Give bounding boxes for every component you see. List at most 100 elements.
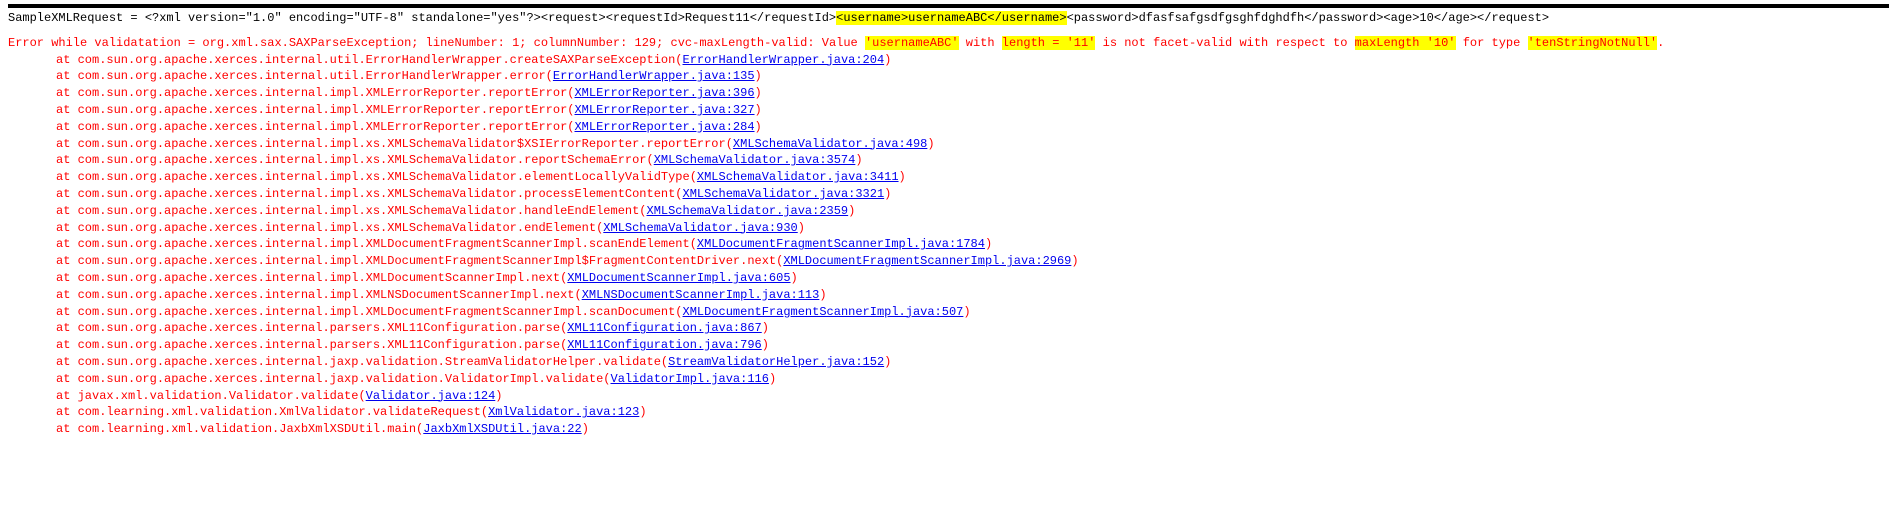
stack-frame-source-link[interactable]: XMLErrorReporter.java:396 (574, 86, 754, 100)
stack-frame: at com.sun.org.apache.xerces.internal.im… (8, 186, 1889, 203)
stack-frame-suffix: ) (762, 321, 769, 335)
stack-frame: at com.sun.org.apache.xerces.internal.im… (8, 136, 1889, 153)
stack-frame: at com.sun.org.apache.xerces.internal.im… (8, 102, 1889, 119)
stack-frame-suffix: ) (884, 187, 891, 201)
error-highlight-maxlength: maxLength '10' (1355, 36, 1456, 50)
stack-frame-suffix: ) (855, 153, 862, 167)
stack-frame-prefix: at com.sun.org.apache.xerces.internal.im… (56, 204, 647, 218)
stack-frame-prefix: at com.sun.org.apache.xerces.internal.ja… (56, 372, 611, 386)
stack-trace: at com.sun.org.apache.xerces.internal.ut… (8, 52, 1889, 438)
stack-frame-prefix: at com.sun.org.apache.xerces.internal.im… (56, 237, 697, 251)
stack-frame: at com.sun.org.apache.xerces.internal.im… (8, 270, 1889, 287)
error-summary-line: Error while validatation = org.xml.sax.S… (8, 35, 1889, 52)
stack-frame: at com.sun.org.apache.xerces.internal.im… (8, 287, 1889, 304)
stack-frame-source-link[interactable]: XMLDocumentFragmentScannerImpl.java:1784 (697, 237, 985, 251)
stack-frame-source-link[interactable]: XMLSchemaValidator.java:2359 (647, 204, 849, 218)
stack-frame-prefix: at com.sun.org.apache.xerces.internal.im… (56, 254, 783, 268)
error-highlight-length: length = '11' (1002, 36, 1096, 50)
stack-frame-suffix: ) (963, 305, 970, 319)
error-p4: is not facet-valid with respect to (1095, 36, 1354, 50)
stack-frame-source-link[interactable]: ErrorHandlerWrapper.java:204 (683, 53, 885, 67)
stack-frame-source-link[interactable]: JaxbXmlXSDUtil.java:22 (423, 422, 581, 436)
stack-frame-prefix: at com.sun.org.apache.xerces.internal.im… (56, 170, 697, 184)
stack-frame-source-link[interactable]: XMLSchemaValidator.java:498 (733, 137, 927, 151)
xml-request-line: SampleXMLRequest = <?xml version="1.0" e… (8, 10, 1889, 27)
stack-frame-suffix: ) (848, 204, 855, 218)
stack-frame-prefix: at com.learning.xml.validation.XmlValida… (56, 405, 488, 419)
error-p5: for type (1456, 36, 1528, 50)
stack-frame-suffix: ) (755, 103, 762, 117)
stack-frame-prefix: at com.sun.org.apache.xerces.internal.im… (56, 137, 733, 151)
stack-frame-prefix: at com.sun.org.apache.xerces.internal.ut… (56, 69, 553, 83)
stack-frame-source-link[interactable]: XMLSchemaValidator.java:930 (603, 221, 797, 235)
stack-frame-suffix: ) (769, 372, 776, 386)
stack-frame: at com.sun.org.apache.xerces.internal.im… (8, 220, 1889, 237)
stack-frame-source-link[interactable]: Validator.java:124 (366, 389, 496, 403)
stack-frame-suffix: ) (1071, 254, 1078, 268)
stack-frame-prefix: at com.sun.org.apache.xerces.internal.pa… (56, 338, 567, 352)
stack-frame-prefix: at com.sun.org.apache.xerces.internal.ut… (56, 53, 683, 67)
stack-frame-source-link[interactable]: XMLDocumentFragmentScannerImpl.java:2969 (783, 254, 1071, 268)
stack-frame-suffix: ) (639, 405, 646, 419)
stack-frame-source-link[interactable]: XML11Configuration.java:796 (567, 338, 761, 352)
stack-frame-source-link[interactable]: ValidatorImpl.java:116 (611, 372, 769, 386)
stack-frame-source-link[interactable]: XmlValidator.java:123 (488, 405, 639, 419)
stack-frame: at com.sun.org.apache.xerces.internal.im… (8, 236, 1889, 253)
error-highlight-type: 'tenStringNotNull' (1528, 36, 1658, 50)
stack-frame-prefix: at javax.xml.validation.Validator.valida… (56, 389, 366, 403)
stack-frame-source-link[interactable]: XMLSchemaValidator.java:3574 (654, 153, 856, 167)
stack-frame: at com.sun.org.apache.xerces.internal.pa… (8, 320, 1889, 337)
stack-frame-prefix: at com.sun.org.apache.xerces.internal.im… (56, 271, 567, 285)
stack-frame: at com.sun.org.apache.xerces.internal.im… (8, 304, 1889, 321)
stack-frame-source-link[interactable]: XML11Configuration.java:867 (567, 321, 761, 335)
stack-frame-suffix: ) (884, 355, 891, 369)
stack-frame-suffix: ) (927, 137, 934, 151)
stack-frame: at com.sun.org.apache.xerces.internal.ja… (8, 354, 1889, 371)
stack-frame-source-link[interactable]: ErrorHandlerWrapper.java:135 (553, 69, 755, 83)
stack-frame: at com.sun.org.apache.xerces.internal.im… (8, 152, 1889, 169)
stack-frame: at com.sun.org.apache.xerces.internal.ja… (8, 371, 1889, 388)
stack-frame-prefix: at com.sun.org.apache.xerces.internal.im… (56, 288, 582, 302)
stack-frame-prefix: at com.sun.org.apache.xerces.internal.im… (56, 187, 683, 201)
stack-frame: at com.learning.xml.validation.JaxbXmlXS… (8, 421, 1889, 438)
stack-frame-suffix: ) (762, 338, 769, 352)
stack-frame: at com.sun.org.apache.xerces.internal.ut… (8, 52, 1889, 69)
stack-frame: at com.sun.org.apache.xerces.internal.im… (8, 85, 1889, 102)
stack-frame: at javax.xml.validation.Validator.valida… (8, 388, 1889, 405)
stack-frame-prefix: at com.sun.org.apache.xerces.internal.ja… (56, 355, 668, 369)
stack-frame-suffix: ) (798, 221, 805, 235)
stack-frame-suffix: ) (884, 53, 891, 67)
stack-frame-suffix: ) (495, 389, 502, 403)
stack-frame-prefix: at com.sun.org.apache.xerces.internal.im… (56, 103, 574, 117)
stack-frame-suffix: ) (582, 422, 589, 436)
stack-frame-suffix: ) (755, 69, 762, 83)
stack-frame-source-link[interactable]: XMLSchemaValidator.java:3411 (697, 170, 899, 184)
stack-frame: at com.sun.org.apache.xerces.internal.im… (8, 169, 1889, 186)
stack-frame-source-link[interactable]: XMLDocumentScannerImpl.java:605 (567, 271, 790, 285)
error-p2: cvc-maxLength-valid: Value (663, 36, 865, 50)
stack-frame-prefix: at com.sun.org.apache.xerces.internal.im… (56, 120, 574, 134)
xml-prefix: SampleXMLRequest = <?xml version="1.0" e… (8, 11, 836, 25)
console-output: SampleXMLRequest = <?xml version="1.0" e… (8, 4, 1889, 438)
top-border (8, 4, 1889, 8)
stack-frame-source-link[interactable]: XMLDocumentFragmentScannerImpl.java:507 (683, 305, 964, 319)
stack-frame: at com.sun.org.apache.xerces.internal.im… (8, 119, 1889, 136)
stack-frame-prefix: at com.sun.org.apache.xerces.internal.im… (56, 153, 654, 167)
stack-frame-source-link[interactable]: XMLErrorReporter.java:284 (574, 120, 754, 134)
stack-frame-suffix: ) (791, 271, 798, 285)
stack-frame-source-link[interactable]: XMLNSDocumentScannerImpl.java:113 (582, 288, 820, 302)
error-highlight-value: 'usernameABC' (865, 36, 959, 50)
stack-frame-source-link[interactable]: XMLErrorReporter.java:327 (574, 103, 754, 117)
stack-frame-suffix: ) (985, 237, 992, 251)
stack-frame-suffix: ) (899, 170, 906, 184)
stack-frame-prefix: at com.sun.org.apache.xerces.internal.im… (56, 221, 603, 235)
xml-suffix: <password>dfasfsafgsdfgsghfdghdfh</passw… (1067, 11, 1549, 25)
stack-frame: at com.learning.xml.validation.XmlValida… (8, 404, 1889, 421)
stack-frame-source-link[interactable]: XMLSchemaValidator.java:3321 (683, 187, 885, 201)
stack-frame-source-link[interactable]: StreamValidatorHelper.java:152 (668, 355, 884, 369)
stack-frame-suffix: ) (755, 86, 762, 100)
stack-frame-suffix: ) (819, 288, 826, 302)
error-p1: Error while validatation = org.xml.sax.S… (8, 36, 663, 50)
error-p3: with (959, 36, 1002, 50)
stack-frame: at com.sun.org.apache.xerces.internal.im… (8, 203, 1889, 220)
